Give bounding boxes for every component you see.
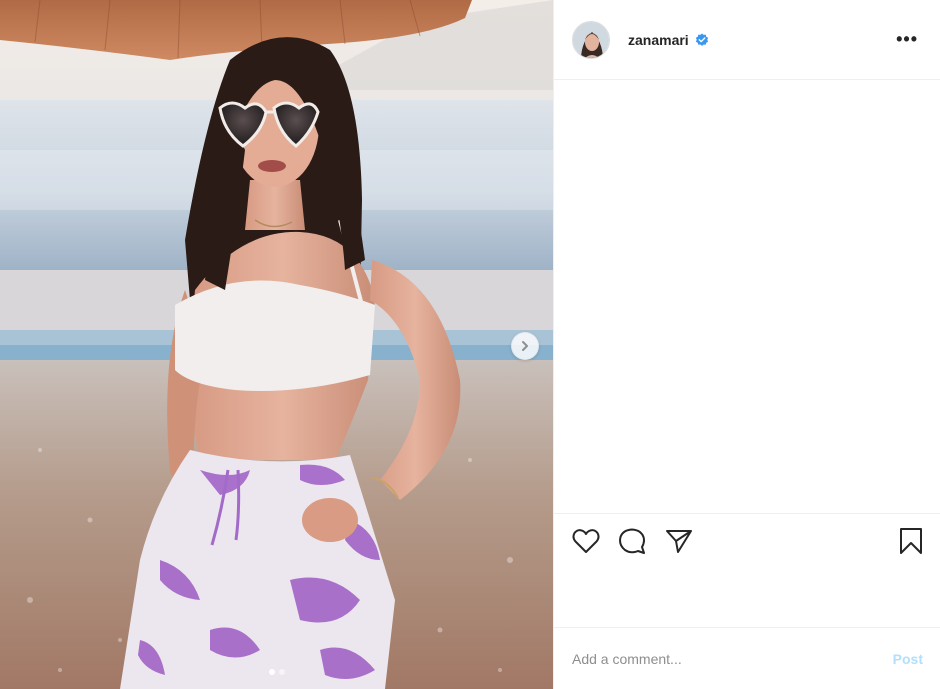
- heart-icon: [572, 529, 600, 553]
- more-options-button[interactable]: •••: [892, 25, 922, 54]
- carousel-next-button[interactable]: [511, 332, 539, 360]
- verified-badge-icon: [695, 33, 709, 47]
- comment-input[interactable]: [572, 651, 893, 667]
- save-button[interactable]: [896, 526, 926, 556]
- post-photo: [0, 0, 553, 689]
- post-media[interactable]: [0, 0, 553, 689]
- post-comment-button[interactable]: Post: [893, 651, 923, 667]
- carousel-dot: [278, 669, 285, 675]
- comment-icon: [619, 528, 645, 554]
- like-button[interactable]: [571, 526, 601, 556]
- avatar-image: [573, 21, 609, 58]
- bookmark-icon: [900, 528, 922, 554]
- likes-and-caption-area: [554, 564, 940, 628]
- avatar[interactable]: [572, 20, 610, 59]
- comment-form: Post: [554, 629, 940, 689]
- post-side-panel: zanamari ••• Add a comment... Post: [553, 0, 940, 689]
- paper-plane-icon: [666, 530, 692, 553]
- chevron-right-icon: [522, 341, 528, 351]
- comments-area: [554, 80, 940, 514]
- carousel-dot-active: [268, 669, 275, 675]
- post-actions: [554, 520, 940, 564]
- comment-button[interactable]: [617, 526, 647, 556]
- username[interactable]: zanamari: [628, 32, 689, 48]
- carousel-indicator: [0, 669, 553, 675]
- share-button[interactable]: [664, 526, 694, 556]
- post-header: zanamari •••: [554, 0, 940, 80]
